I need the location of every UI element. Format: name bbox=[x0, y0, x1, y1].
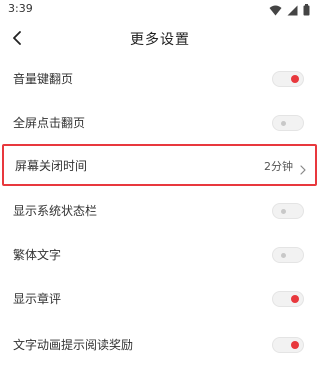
toggle-knob bbox=[291, 75, 299, 83]
signal-icon bbox=[287, 5, 298, 16]
status-time: 3:39 bbox=[8, 2, 33, 15]
status-icons bbox=[269, 4, 310, 16]
setting-label: 繁体文字 bbox=[13, 248, 62, 262]
wifi-icon bbox=[269, 5, 282, 16]
toggle-knob bbox=[281, 252, 286, 258]
battery-icon bbox=[303, 4, 310, 16]
chevron-right-icon bbox=[300, 160, 306, 179]
status-bar: 3:39 bbox=[0, 0, 320, 22]
setting-row-volume-page-turn: 音量键翻页 bbox=[0, 58, 320, 98]
setting-label: 显示章评 bbox=[13, 292, 62, 306]
screen-off-time-value: 2分钟 bbox=[264, 160, 293, 173]
fullscreen-tap-turn-toggle[interactable] bbox=[272, 115, 304, 131]
nav-bar: 更多设置 bbox=[0, 22, 320, 56]
toggle-knob bbox=[291, 341, 299, 349]
traditional-chinese-toggle[interactable] bbox=[272, 247, 304, 263]
text-animation-reward-toggle[interactable] bbox=[272, 337, 304, 353]
screen: 3:39 更多设置 音量键翻页 全屏点击翻页 屏幕关闭时间 2分钟 显示系统状态… bbox=[0, 0, 320, 383]
setting-label: 屏幕关闭时间 bbox=[15, 159, 88, 173]
show-status-bar-toggle[interactable] bbox=[272, 203, 304, 219]
setting-row-text-animation-reward: 文字动画提示阅读奖励 bbox=[0, 324, 320, 364]
setting-label: 全屏点击翻页 bbox=[13, 116, 86, 130]
setting-label: 显示系统状态栏 bbox=[13, 204, 98, 218]
show-chapter-comments-toggle[interactable] bbox=[272, 291, 304, 307]
toggle-knob bbox=[281, 120, 286, 126]
setting-row-show-status-bar: 显示系统状态栏 bbox=[0, 190, 320, 230]
toggle-knob bbox=[281, 208, 286, 214]
setting-row-fullscreen-tap-turn: 全屏点击翻页 bbox=[0, 102, 320, 142]
setting-row-show-chapter-comments: 显示章评 bbox=[0, 278, 320, 318]
setting-row-screen-off-time[interactable]: 屏幕关闭时间 2分钟 bbox=[2, 144, 317, 186]
setting-row-traditional-chinese: 繁体文字 bbox=[0, 234, 320, 274]
setting-label: 音量键翻页 bbox=[13, 72, 74, 86]
toggle-knob bbox=[291, 295, 299, 303]
volume-page-turn-toggle[interactable] bbox=[272, 71, 304, 87]
setting-label: 文字动画提示阅读奖励 bbox=[13, 338, 134, 352]
page-title: 更多设置 bbox=[130, 32, 190, 48]
